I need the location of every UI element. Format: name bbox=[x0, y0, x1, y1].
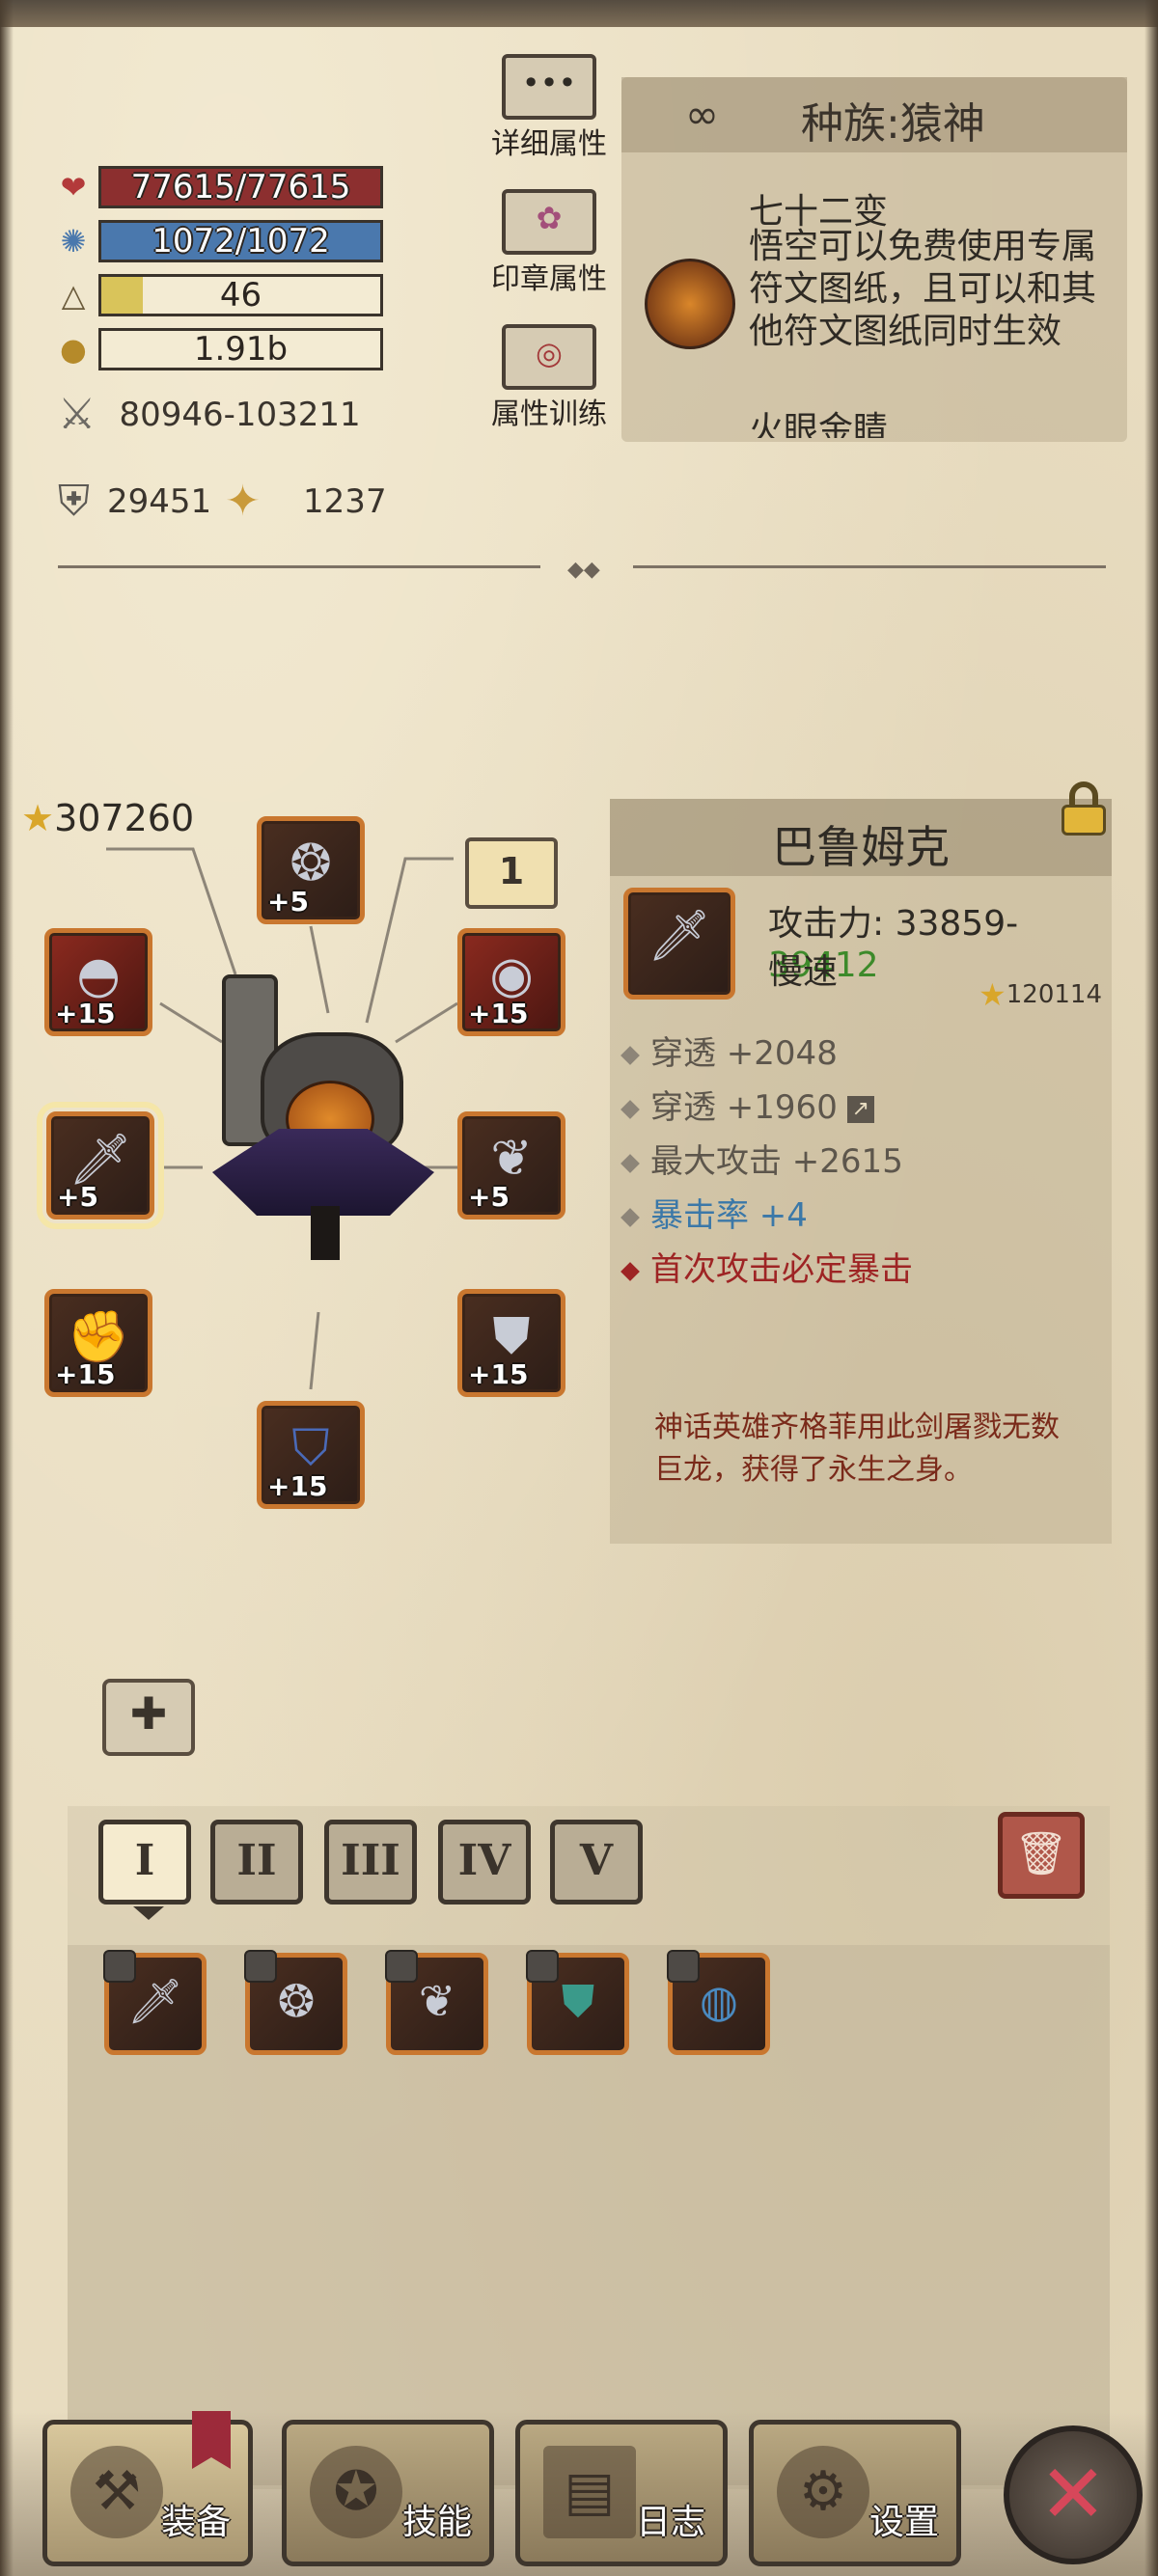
item-score: ★ 120114 bbox=[979, 976, 1102, 1013]
gauntlet-icon: ✊ bbox=[67, 1308, 130, 1366]
character-legs bbox=[311, 1206, 340, 1260]
slot-level: +5 bbox=[267, 886, 309, 918]
sword-icon: 🗡 bbox=[68, 1131, 132, 1189]
item-detail-panel: 巴鲁姆克 🗡 攻击力: 33859-39412 慢速 ★ 120114 穿透 +… bbox=[610, 781, 1112, 1544]
sword-icon: 🗡 bbox=[126, 1975, 184, 2027]
item-attr: 最大攻击 +2615 bbox=[620, 1135, 903, 1182]
lock-icon bbox=[526, 1950, 559, 1983]
lock-icon[interactable] bbox=[1060, 781, 1108, 836]
wings-icon: ❦ bbox=[418, 1975, 456, 2027]
item-attr: 穿透 +2048 bbox=[620, 1027, 838, 1074]
equip-slot-shoulder[interactable]: ◓ +15 bbox=[44, 928, 152, 1036]
item-attr-special: 首次攻击必定暴击 bbox=[620, 1243, 913, 1290]
item-attr: 穿透 +1960 ↗ bbox=[620, 1081, 874, 1128]
equip-slot-ring[interactable]: ◉ +15 bbox=[457, 928, 565, 1036]
attack-speed: 慢速 bbox=[768, 952, 839, 992]
boots-icon: ⛉ bbox=[291, 1419, 330, 1477]
slot-level: +15 bbox=[267, 1470, 328, 1502]
tab-set-5[interactable]: V bbox=[550, 1820, 643, 1905]
equip-slot-weapon[interactable]: 🗡 +5 bbox=[37, 1102, 164, 1229]
chest-armor-icon: ⛊ bbox=[492, 1307, 531, 1365]
shoulder-armor-icon: ◓ bbox=[76, 946, 121, 1004]
equip-slot-necklace[interactable]: ❂ +5 bbox=[257, 816, 365, 924]
necklace-icon: ❂ bbox=[290, 835, 332, 892]
nav-settings[interactable]: ⚙ 设置 bbox=[749, 2420, 961, 2566]
trash-icon[interactable]: 🗑 bbox=[998, 1812, 1085, 1899]
equip-slot-gauntlet[interactable]: ✊ +15 bbox=[44, 1289, 152, 1397]
item-header: 巴鲁姆克 bbox=[610, 781, 1112, 876]
slot-level: +15 bbox=[55, 1358, 116, 1390]
attack-label: 攻击力: bbox=[768, 904, 896, 944]
attack-sep: - bbox=[1006, 904, 1019, 944]
character-sprite bbox=[203, 965, 444, 1274]
skill-icon: ✪ bbox=[310, 2446, 402, 2538]
lock-icon bbox=[667, 1950, 700, 1983]
bookmark-ribbon bbox=[192, 2411, 231, 2469]
line-bottom bbox=[309, 1311, 320, 1390]
tab-set-1[interactable]: I bbox=[98, 1820, 191, 1905]
slot-level: +15 bbox=[55, 998, 116, 1029]
nav-settings-label: 设置 bbox=[868, 2503, 939, 2542]
inventory-item-weapon[interactable]: 🗡 bbox=[103, 1950, 207, 2055]
nav-skills-label: 技能 bbox=[401, 2503, 472, 2542]
lock-icon bbox=[103, 1950, 136, 1983]
wings-icon: ❦ bbox=[490, 1130, 533, 1188]
gem-armor-icon: ⛊ bbox=[561, 1975, 595, 2027]
slot-level: +5 bbox=[468, 1181, 510, 1213]
equip-slot-boots[interactable]: ⛉ +15 bbox=[257, 1401, 365, 1509]
nav-log-label: 日志 bbox=[635, 2503, 705, 2542]
inventory-item-armor[interactable]: ⛊ bbox=[526, 1950, 629, 2055]
nav-equip-label: 装备 bbox=[160, 2503, 231, 2542]
upgrade-arrow-icon: ↗ bbox=[846, 1095, 874, 1123]
close-icon[interactable]: ✕ bbox=[1004, 2425, 1143, 2564]
slot-level: +15 bbox=[468, 1358, 529, 1390]
tab-set-4[interactable]: IV bbox=[438, 1820, 531, 1905]
equip-slot-wings[interactable]: ❦ +5 bbox=[457, 1111, 565, 1219]
item-name: 巴鲁姆克 bbox=[772, 821, 950, 873]
tab-set-2[interactable]: II bbox=[210, 1820, 303, 1905]
slot-level: +15 bbox=[468, 998, 529, 1029]
nav-skills[interactable]: ✪ 技能 bbox=[282, 2420, 494, 2566]
lock-icon bbox=[385, 1950, 418, 1983]
bracelet-icon: ◍ bbox=[699, 1975, 739, 2027]
gear-icon: ⚙ bbox=[777, 2446, 869, 2538]
slot-level: +5 bbox=[57, 1181, 98, 1213]
nav-equip[interactable]: ⚒ 装备 bbox=[42, 2411, 253, 2566]
axe-icon: ⚒ bbox=[70, 2446, 163, 2538]
ring-icon: ◉ bbox=[489, 946, 534, 1004]
item-score-value: 120114 bbox=[1006, 980, 1102, 1009]
add-set-button[interactable]: ✚ bbox=[102, 1679, 195, 1756]
equip-slot-chest[interactable]: ⛊ +15 bbox=[457, 1289, 565, 1397]
inventory-item-necklace[interactable]: ❂ bbox=[244, 1950, 347, 2055]
item-attr-crit: 暴击率 +4 bbox=[620, 1189, 808, 1236]
item-lore: 神话英雄齐格菲用此剑屠戮无数巨龙，获得了永生之身。 bbox=[654, 1411, 1060, 1487]
lock-icon bbox=[244, 1950, 277, 1983]
active-tab-indicator bbox=[133, 1906, 164, 1920]
necklace-icon: ❂ bbox=[277, 1975, 316, 2027]
sword-icon: 🗡 bbox=[647, 907, 711, 965]
nav-log[interactable]: ▤ 日志 bbox=[515, 2420, 728, 2566]
attack-low: 33859 bbox=[895, 904, 1006, 944]
star-icon: ★ bbox=[979, 976, 1006, 1013]
item-preview: 🗡 bbox=[623, 888, 735, 1000]
scroll-icon: ▤ bbox=[543, 2446, 636, 2538]
tab-set-3[interactable]: III bbox=[324, 1820, 417, 1905]
inventory-item-bracelet[interactable]: ◍ bbox=[667, 1950, 770, 2055]
inventory-item-wings[interactable]: ❦ bbox=[385, 1950, 488, 2055]
